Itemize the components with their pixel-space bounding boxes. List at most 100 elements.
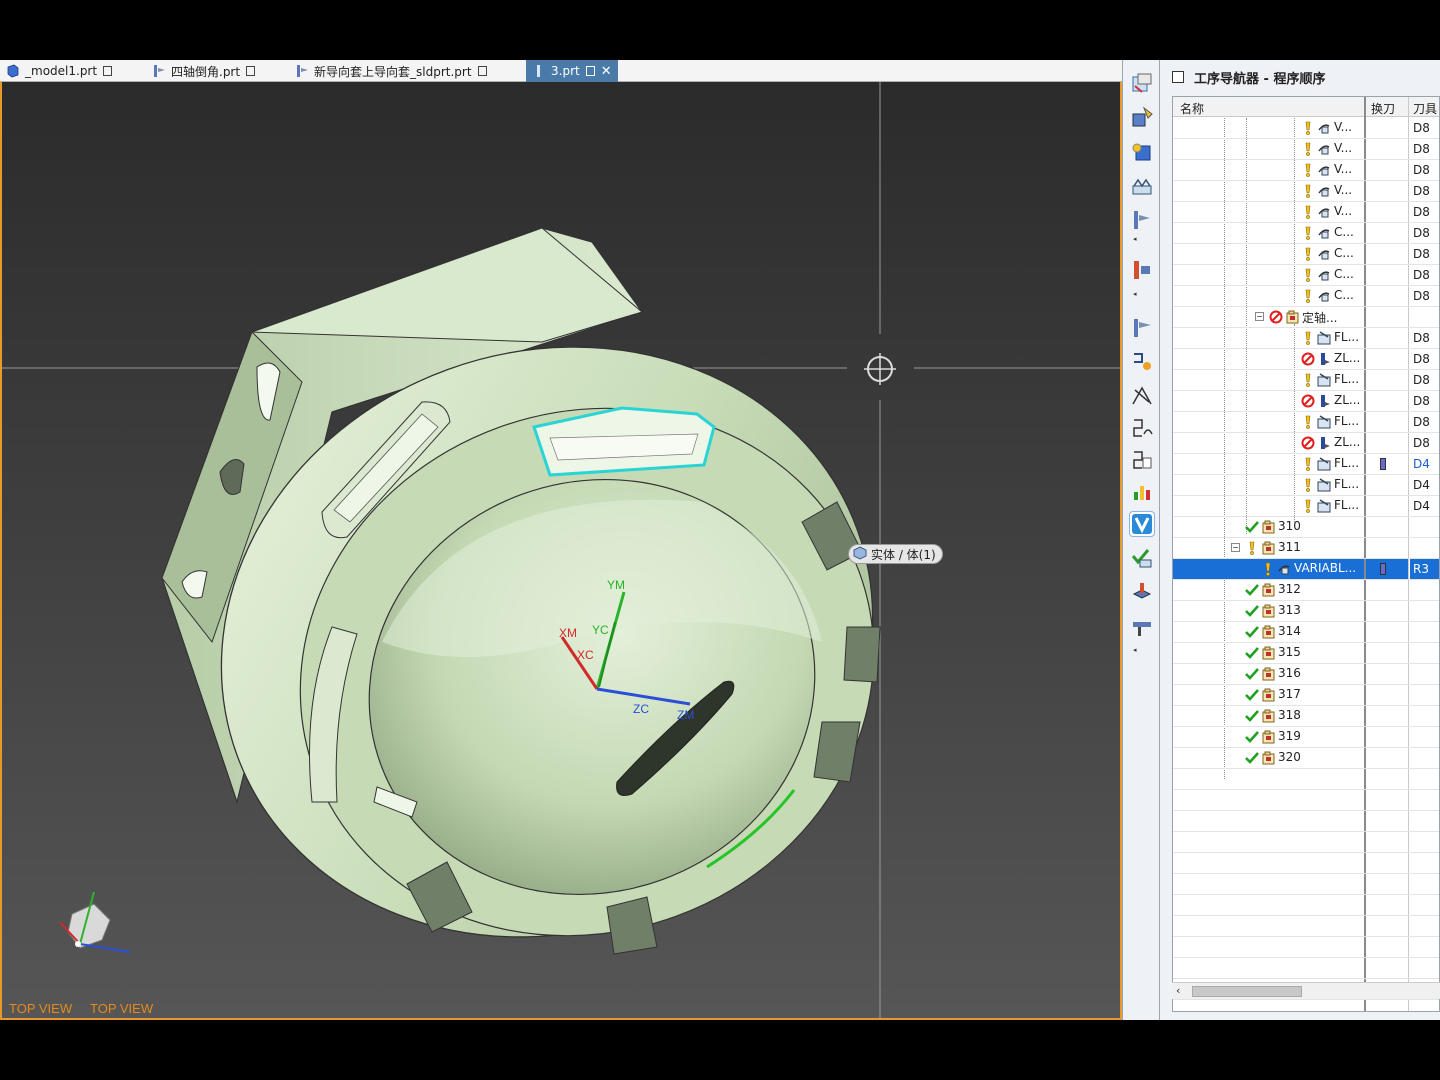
check-icon[interactable] (1130, 546, 1154, 570)
name-cell[interactable]: FL... (1173, 454, 1364, 474)
name-cell[interactable]: V... (1173, 139, 1364, 159)
name-cell[interactable]: C... (1173, 286, 1364, 306)
name-cell[interactable]: 319 (1173, 727, 1364, 747)
program-group-row[interactable]: 320 (1173, 748, 1439, 769)
simulation-icon[interactable] (1130, 580, 1154, 604)
tool-path-icon[interactable] (1130, 208, 1154, 232)
operation-row[interactable]: V... D8 (1173, 181, 1439, 202)
operation-row[interactable]: FL... D8 (1173, 328, 1439, 349)
name-cell[interactable]: 313 (1173, 601, 1364, 621)
operation-tree-table[interactable]: 名称 换刀 刀具 V... D8 V... D8 V... D8 V... D8 V... D8 C… (1172, 96, 1440, 1012)
program-group-row[interactable]: 312 (1173, 580, 1439, 601)
program-group-row[interactable]: 319 (1173, 727, 1439, 748)
program-group-row[interactable]: 315 (1173, 643, 1439, 664)
name-cell[interactable]: 315 (1173, 643, 1364, 663)
tab-four-axis-chamfer[interactable]: 四轴倒角.prt (152, 60, 256, 82)
expand-arrow-icon[interactable]: ◂ (1133, 235, 1137, 243)
popout-icon[interactable] (585, 66, 595, 76)
program-group-row[interactable]: 318 (1173, 706, 1439, 727)
history-icon[interactable] (1130, 174, 1154, 198)
column-header-name[interactable]: 名称 (1180, 100, 1204, 117)
operation-row[interactable]: FL... D8 (1173, 370, 1439, 391)
column-header-tool[interactable]: 刀具 (1413, 100, 1437, 117)
name-cell[interactable]: C... (1173, 223, 1364, 243)
expand-arrow-icon[interactable]: ◂ (1133, 646, 1137, 654)
graphics-viewport[interactable]: YM YC XM XC ZC ZM 实体 / 体(1) TOP VIEW TOP… (0, 82, 1122, 1020)
program-group-row[interactable]: 310 (1173, 517, 1439, 538)
name-cell[interactable]: 317 (1173, 685, 1364, 705)
name-cell[interactable]: ZL... (1173, 433, 1364, 453)
expand-arrow-icon[interactable]: ◂ (1133, 290, 1137, 298)
feature-icon[interactable] (1130, 316, 1154, 340)
name-cell[interactable]: 318 (1173, 706, 1364, 726)
name-cell[interactable]: ZL... (1173, 391, 1364, 411)
program-group-row[interactable]: 314 (1173, 622, 1439, 643)
name-cell[interactable]: 312 (1173, 580, 1364, 600)
tab-3-prt[interactable]: 3.prt ✕ (526, 60, 618, 82)
name-cell[interactable]: FL... (1173, 412, 1364, 432)
operation-navigator-icon[interactable] (1130, 72, 1154, 96)
operation-row[interactable]: FL... D8 (1173, 412, 1439, 433)
operation-row[interactable]: FL... D4 (1173, 475, 1439, 496)
name-cell[interactable]: ZL... (1173, 349, 1364, 369)
name-cell[interactable]: C... (1173, 265, 1364, 285)
spline-icon[interactable] (1130, 384, 1154, 408)
program-group-row[interactable]: 313 (1173, 601, 1439, 622)
operation-row[interactable]: C... D8 (1173, 244, 1439, 265)
operation-row[interactable]: ZL... D8 (1173, 391, 1439, 412)
program-group-row[interactable]: − 定轴... (1173, 307, 1439, 328)
drawing-icon[interactable] (1130, 448, 1154, 472)
scroll-left-icon[interactable]: ‹ (1176, 984, 1180, 997)
name-cell[interactable]: FL... (1173, 496, 1364, 516)
operation-row[interactable]: V... D8 (1173, 202, 1439, 223)
name-cell[interactable]: 314 (1173, 622, 1364, 642)
name-cell[interactable]: − 311 (1173, 538, 1364, 558)
operation-row[interactable]: ZL... D8 (1173, 433, 1439, 454)
roles-icon[interactable] (1130, 616, 1154, 640)
collapse-toggle-icon[interactable]: − (1231, 543, 1240, 552)
machine-tool-navigator-icon[interactable] (1130, 106, 1154, 130)
cut-icon[interactable] (1130, 350, 1154, 374)
assembly-icon[interactable] (1130, 258, 1154, 282)
popout-icon[interactable] (103, 66, 113, 76)
name-cell[interactable]: VARIABL... (1173, 559, 1364, 579)
analysis-icon[interactable] (1130, 480, 1154, 504)
visualization-icon[interactable] (1129, 511, 1155, 537)
operation-row[interactable]: ZL... D8 (1173, 349, 1439, 370)
name-cell[interactable]: 320 (1173, 748, 1364, 768)
program-group-row[interactable]: 316 (1173, 664, 1439, 685)
part-navigator-icon[interactable] (1130, 140, 1154, 164)
operation-row[interactable]: C... D8 (1173, 286, 1439, 307)
name-cell[interactable]: C... (1173, 244, 1364, 264)
popout-icon[interactable] (246, 66, 256, 76)
column-header-tool-change[interactable]: 换刀 (1371, 100, 1395, 117)
tab-model1[interactable]: _model1.prt (6, 60, 113, 82)
name-cell[interactable]: 316 (1173, 664, 1364, 684)
name-cell[interactable]: 310 (1173, 517, 1364, 537)
pin-checkbox[interactable] (1172, 71, 1184, 83)
part-model[interactable] (2, 82, 1122, 1020)
operation-row[interactable]: VARIABL... R3 (1173, 559, 1439, 580)
operation-row[interactable]: FL... D4 (1173, 496, 1439, 517)
collapse-toggle-icon[interactable]: − (1255, 312, 1264, 321)
operation-row[interactable]: V... D8 (1173, 139, 1439, 160)
program-group-row[interactable]: − 311 (1173, 538, 1439, 559)
operation-row[interactable]: C... D8 (1173, 265, 1439, 286)
scroll-thumb[interactable] (1192, 986, 1302, 997)
name-cell[interactable]: − 定轴... (1173, 307, 1364, 327)
name-cell[interactable]: FL... (1173, 328, 1364, 348)
operation-row[interactable]: C... D8 (1173, 223, 1439, 244)
close-icon[interactable]: ✕ (601, 64, 612, 79)
horizontal-scrollbar[interactable]: ‹ (1172, 982, 1440, 999)
name-cell[interactable]: V... (1173, 160, 1364, 180)
name-cell[interactable]: V... (1173, 118, 1364, 138)
sheet-icon[interactable] (1130, 416, 1154, 440)
operation-row[interactable]: FL... D4 (1173, 454, 1439, 475)
program-group-row[interactable]: 317 (1173, 685, 1439, 706)
name-cell[interactable]: FL... (1173, 475, 1364, 495)
operation-row[interactable]: V... D8 (1173, 118, 1439, 139)
tab-guide-sleeve[interactable]: 新导向套上导向套_sldprt.prt (295, 60, 487, 82)
name-cell[interactable]: FL... (1173, 370, 1364, 390)
name-cell[interactable]: V... (1173, 202, 1364, 222)
operation-row[interactable]: V... D8 (1173, 160, 1439, 181)
